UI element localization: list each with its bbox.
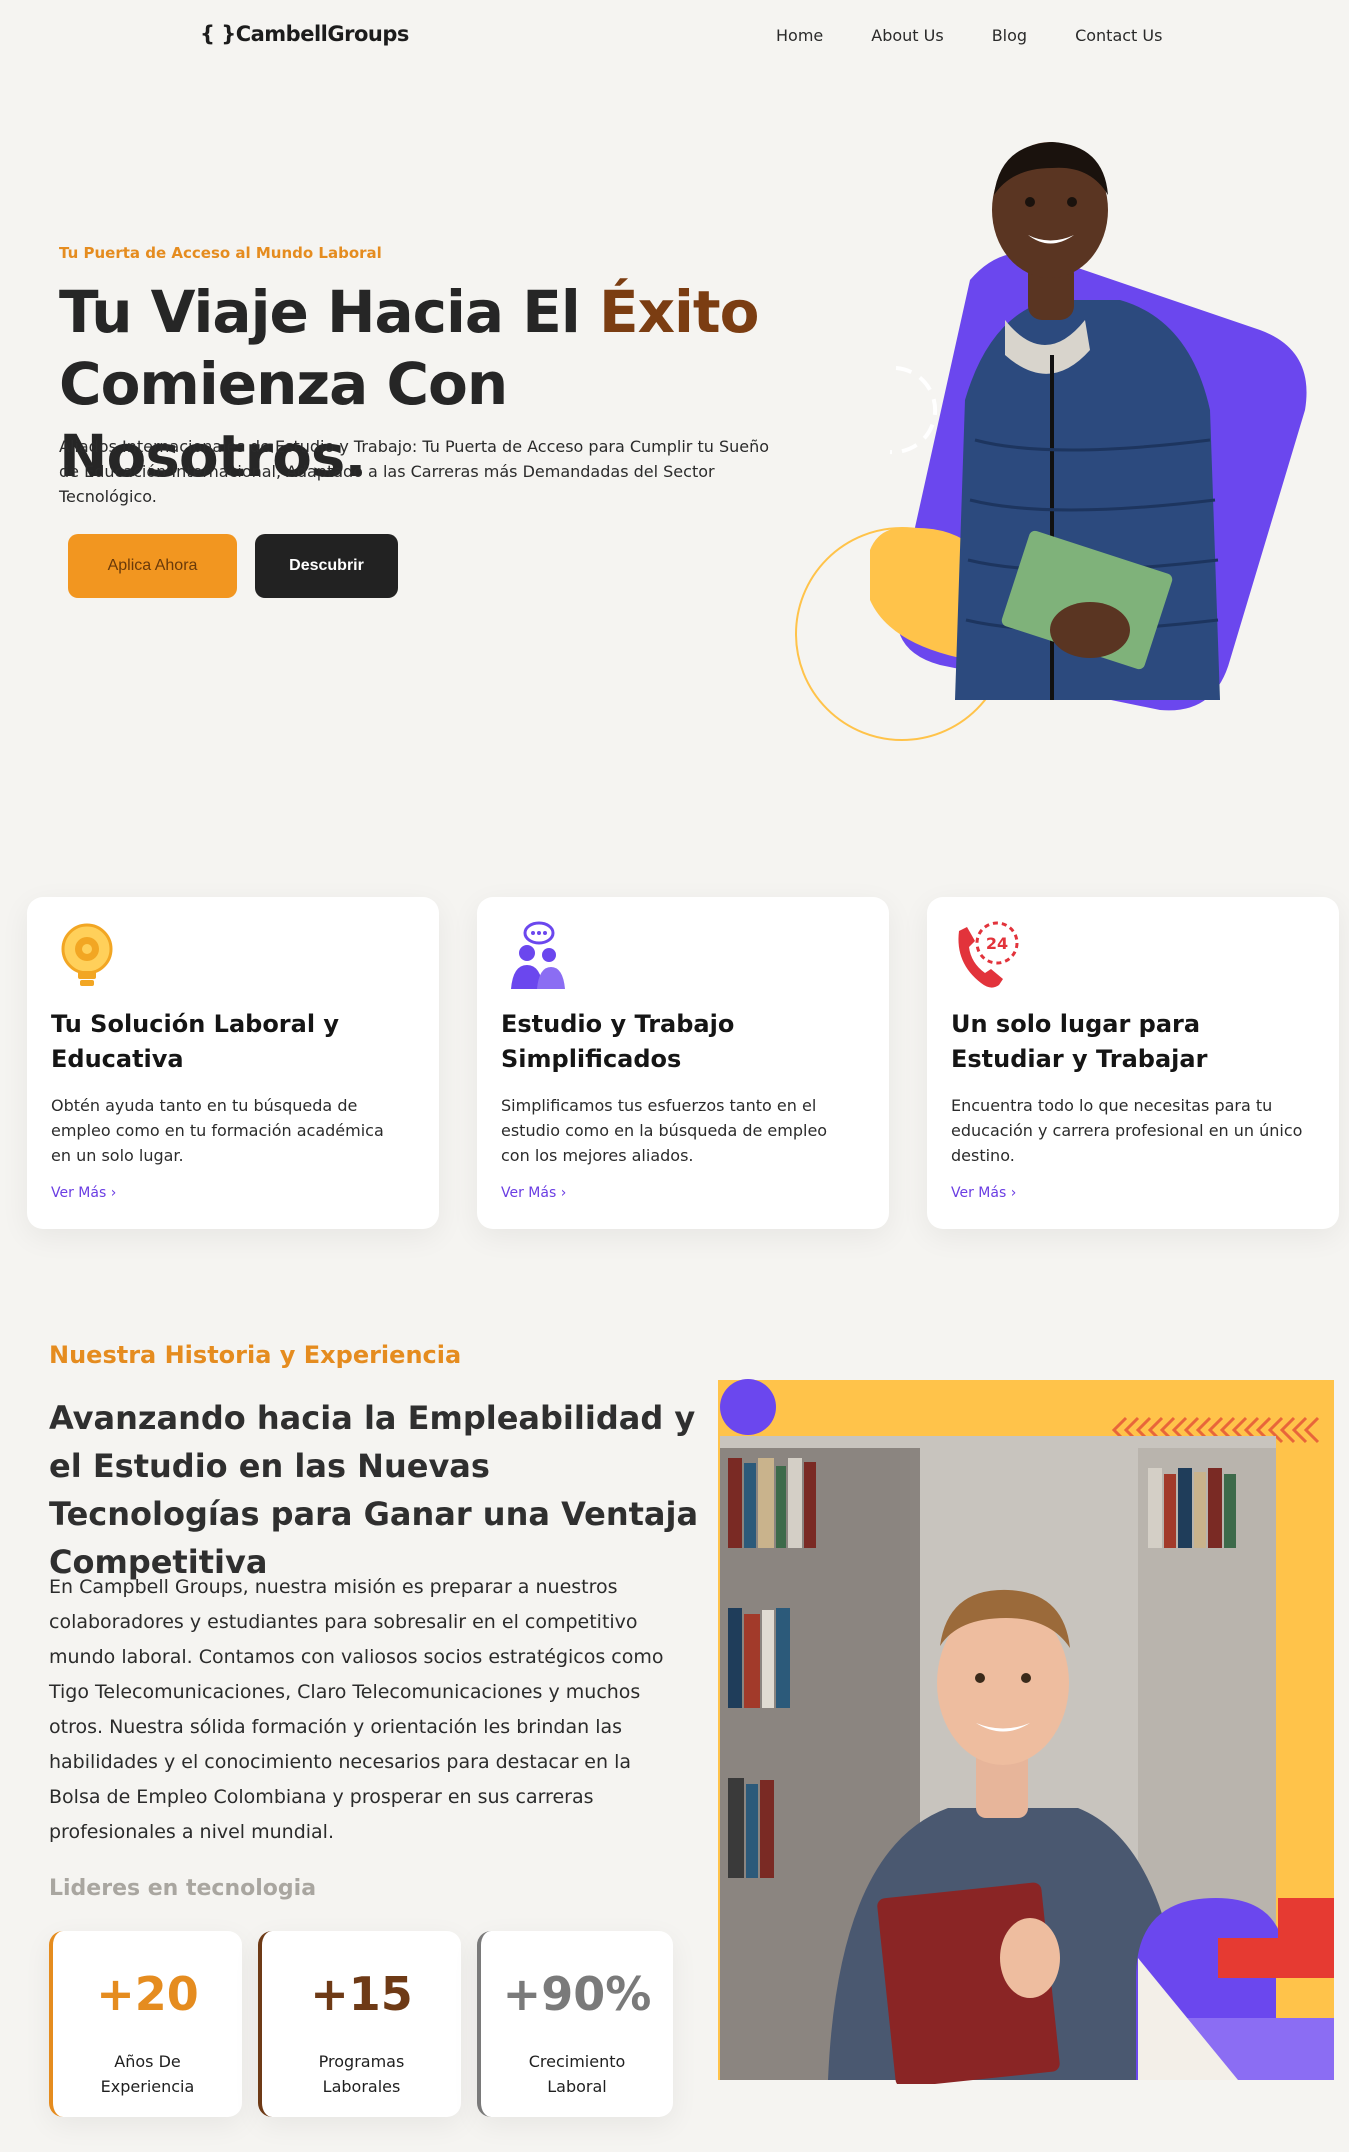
see-more-link[interactable]: Ver Más › [51,1185,116,1201]
see-more-link[interactable]: Ver Más › [951,1185,1016,1201]
history-eyebrow: Nuestra Historia y Experiencia [49,1341,462,1369]
top-navigation: { }CambellGroups Home About Us Blog Cont… [0,0,1349,72]
apply-now-button[interactable]: Aplica Ahora [68,534,237,598]
stat-value: +15 [310,1967,413,2021]
stat-label: Años De Experiencia [100,2052,195,2096]
nav-link-about[interactable]: About Us [871,26,943,45]
nav-link-home[interactable]: Home [776,26,823,45]
stat-card-growth: +90% Crecimiento Laboral [477,1931,673,2117]
stat-value: +20 [96,1967,199,2021]
stat-label: Crecimiento Laboral [528,2052,626,2096]
people-chat-icon [511,921,565,989]
nav-link-contact[interactable]: Contact Us [1075,26,1162,45]
hero-eyebrow: Tu Puerta de Acceso al Mundo Laboral [59,244,382,262]
card-text: Encuentra todo lo que necesitas para tu … [951,1096,1303,1165]
history-body: En Campbell Groups, nuestra misión es pr… [49,1576,664,1843]
feature-card: Tu Solución Laboral y Educativa Obtén ay… [27,897,439,1229]
feature-card: 24 Un solo lugar para Estudiar y Trabaja… [927,897,1339,1229]
stat-card-programs: +15 Programas Laborales [258,1931,461,2117]
stat-card-experience: +20 Años De Experiencia [49,1931,242,2117]
hero-title-accent: Éxito [598,278,759,346]
history-title: Avanzando hacia la Empleabilidad y el Es… [49,1399,699,1581]
phone-24h-icon: 24 [958,921,1019,988]
discover-button[interactable]: Descubrir [255,534,398,598]
nav-links: Home About Us Blog Contact Us [776,26,1162,45]
card-title: Estudio y Trabajo Simplificados [501,1010,735,1073]
site-logo[interactable]: { }CambellGroups [200,22,409,46]
stat-label: Programas Laborales [318,2052,405,2096]
stat-value: +90% [502,1967,652,2021]
hero-student-illustration [795,142,1307,741]
hero-description: Aliados Internacionales de Estudio y Tra… [59,437,770,506]
lightbulb-gear-icon [61,923,113,986]
card-text: Simplificamos tus esfuerzos tanto en el … [501,1096,828,1165]
card-title: Un solo lugar para Estudiar y Trabajar [951,1010,1208,1073]
svg-text:24: 24 [986,934,1008,953]
card-text: Obtén ayuda tanto en tu búsqueda de empl… [51,1096,384,1165]
see-more-link[interactable]: Ver Más › [501,1185,566,1201]
hero-title-part1: Tu Viaje Hacia El [59,278,599,346]
feature-card: Estudio y Trabajo Simplificados Simplifi… [477,897,889,1229]
nav-link-blog[interactable]: Blog [992,26,1027,45]
card-title: Tu Solución Laboral y Educativa [51,1010,340,1073]
leaders-label: Lideres en tecnologia [49,1876,317,1901]
library-student-photo [718,1379,1334,2084]
